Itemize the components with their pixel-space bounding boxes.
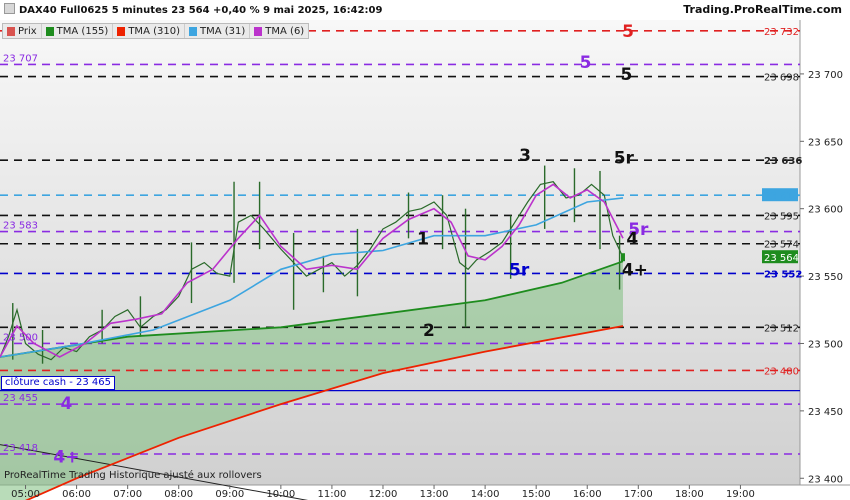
brand-label: Trading.ProRealTime.com — [683, 3, 842, 16]
wave-annotation: 5r — [509, 260, 530, 280]
wave-annotation: 2 — [423, 321, 435, 341]
legend-label-tma31: TMA (31) — [199, 25, 246, 37]
legend-label-tma6: TMA (6) — [265, 25, 305, 37]
x-tick-label: 14:00 — [471, 489, 500, 500]
y-tick-label: 23 600 — [808, 205, 843, 216]
chart-title: DAX40 Full0625 5 minutes 23 564 +0,40 % … — [4, 3, 382, 16]
instrument-icon[interactable] — [4, 3, 15, 14]
wave-annotation: 5 — [580, 53, 592, 73]
y-tick-label: 23 550 — [808, 272, 843, 283]
level-label-right: 23 732 — [764, 27, 799, 38]
x-tick-label: 13:00 — [420, 489, 449, 500]
x-tick-label: 06:00 — [62, 489, 91, 500]
level-label-right: 23 698 — [764, 73, 799, 84]
level-label-left: 23 583 — [3, 221, 38, 232]
x-tick-label: 09:00 — [215, 489, 244, 500]
x-tick-label: 16:00 — [573, 489, 602, 500]
level-label-right: 23 595 — [764, 211, 799, 222]
x-tick-label: 15:00 — [522, 489, 551, 500]
price-chart[interactable]: 5553 5r5r1 45r 4+244+ 23 40023 45023 50023 … — [0, 0, 850, 500]
level-label-left: 23 500 — [3, 332, 38, 343]
legend-label-price: Prix — [18, 25, 37, 37]
x-tick-label: 17:00 — [624, 489, 653, 500]
wave-annotation: 1 — [417, 229, 429, 249]
x-tick-label: 10:00 — [266, 489, 295, 500]
x-tick-label: 12:00 — [369, 489, 398, 500]
level-label-left: 23 707 — [3, 53, 38, 64]
y-tick-label: 23 400 — [808, 474, 843, 485]
x-tick-label: 08:00 — [164, 489, 193, 500]
level-label-left: 23 455 — [3, 393, 38, 404]
legend-label-tma155: TMA (155) — [56, 25, 109, 37]
cash-close-label: clôture cash - 23 465 — [1, 376, 116, 390]
x-tick-label: 05:00 — [11, 489, 40, 500]
legend-item-tma155[interactable]: TMA (155) — [42, 24, 114, 38]
level-label-right: 23 610 — [764, 191, 799, 202]
legend-swatch-tma31 — [188, 26, 197, 36]
legend-swatch-tma6 — [254, 26, 263, 36]
x-tick-label: 11:00 — [318, 489, 347, 500]
level-label-right: 23 480 — [764, 366, 799, 377]
chart-window: 5 5 5 3 5r 5r 1 4 5r 4+ 2 4 4+ 23 400 23 450 23 500 23 … — [0, 0, 850, 500]
indicator-legend: Prix TMA (155) TMA (310) TMA (31) TMA (6… — [2, 23, 310, 39]
x-tick-label: 18:00 — [675, 489, 704, 500]
legend-item-price[interactable]: Prix — [3, 24, 42, 38]
level-label-left: 23 418 — [3, 443, 38, 454]
level-label-right: 23 552 — [764, 269, 802, 280]
footer-note: ProRealTime Trading Historique ajusté au… — [4, 470, 262, 481]
wave-annotation: 4 — [626, 229, 638, 249]
chart-title-text: DAX40 Full0625 5 minutes 23 564 +0,40 % … — [19, 5, 383, 16]
y-tick-label: 23 700 — [808, 70, 843, 81]
x-tick-label: 19:00 — [726, 489, 755, 500]
level-label-right: 23 564 — [764, 253, 799, 264]
wave-annotation: 5 — [620, 65, 632, 85]
y-tick-label: 23 450 — [808, 407, 843, 418]
y-tick-label: 23 500 — [808, 339, 843, 350]
wave-annotation: 5 — [622, 22, 634, 42]
wave-annotation: 5r — [614, 148, 635, 168]
wave-annotation: 3 — [519, 146, 531, 166]
level-label-right: 23 574 — [764, 240, 799, 251]
legend-swatch-price — [7, 26, 15, 36]
level-label-right: 23 512 — [764, 323, 799, 334]
level-label-right: 23 636 — [764, 156, 802, 167]
legend-label-tma310: TMA (310) — [128, 25, 180, 37]
x-tick-label: 07:00 — [113, 489, 142, 500]
wave-annotation: 4 — [60, 394, 72, 414]
legend-swatch-tma310 — [117, 26, 126, 36]
legend-item-tma31[interactable]: TMA (31) — [185, 24, 251, 38]
legend-swatch-tma155 — [45, 26, 54, 36]
legend-item-tma310[interactable]: TMA (310) — [113, 24, 185, 38]
wave-annotation: 4+ — [622, 260, 648, 280]
y-tick-label: 23 650 — [808, 137, 843, 148]
legend-item-tma6[interactable]: TMA (6) — [250, 24, 308, 38]
wave-annotation: 4+ — [53, 448, 79, 468]
